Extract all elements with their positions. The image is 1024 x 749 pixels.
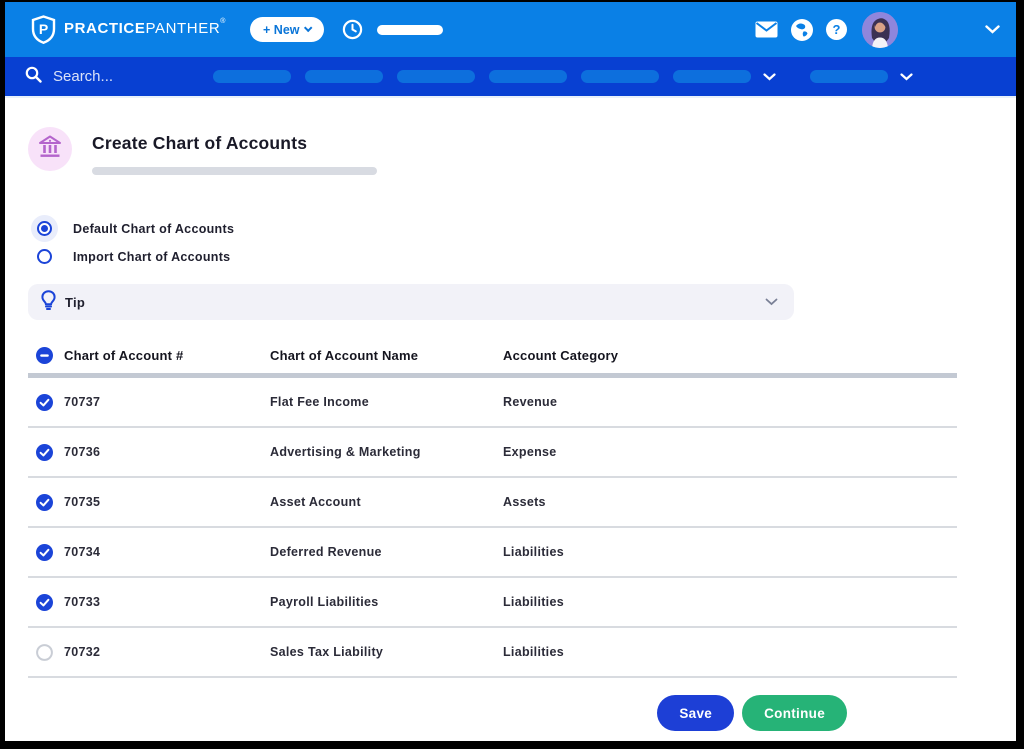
- practicepanther-logo[interactable]: P PRACTICEPANTHER®: [31, 15, 226, 44]
- account-number: 70732: [64, 645, 270, 659]
- new-button[interactable]: + New: [250, 17, 324, 42]
- table-row: 70736 Advertising & Marketing Expense: [28, 428, 957, 478]
- bank-icon-badge: [28, 127, 72, 171]
- nav-bar: [5, 57, 1016, 98]
- search-box[interactable]: [25, 66, 185, 88]
- account-name: Advertising & Marketing: [270, 445, 503, 459]
- nav-menu-items: [213, 57, 913, 96]
- globe-language-icon[interactable]: [791, 19, 813, 41]
- chart-source-options: Default Chart of Accounts Import Chart o…: [28, 221, 957, 264]
- account-category: Liabilities: [503, 645, 957, 659]
- column-header-number[interactable]: Chart of Account #: [64, 348, 270, 363]
- redacted-subtitle-bar: [92, 167, 377, 175]
- radio-icon: [37, 249, 52, 264]
- svg-text:P: P: [39, 21, 48, 37]
- bank-icon: [38, 135, 62, 163]
- page-title: Create Chart of Accounts: [92, 133, 377, 154]
- account-name: Payroll Liabilities: [270, 595, 503, 609]
- row-checkbox[interactable]: [36, 544, 53, 561]
- page-header: Create Chart of Accounts: [28, 127, 957, 175]
- radio-label: Default Chart of Accounts: [73, 222, 234, 236]
- row-checkbox[interactable]: [36, 594, 53, 611]
- account-category: Liabilities: [503, 545, 957, 559]
- svg-text:?: ?: [833, 22, 841, 37]
- table-row: 70734 Deferred Revenue Liabilities: [28, 528, 957, 578]
- continue-button[interactable]: Continue: [742, 695, 847, 731]
- nav-item-placeholder[interactable]: [581, 70, 659, 83]
- account-category: Expense: [503, 445, 957, 459]
- radio-default-chart[interactable]: Default Chart of Accounts: [28, 221, 957, 236]
- app-window: P PRACTICEPANTHER® + New: [5, 2, 1016, 741]
- topbar-right-icons: ?: [755, 12, 1000, 48]
- top-bar: P PRACTICEPANTHER® + New: [5, 2, 1016, 57]
- help-question-icon[interactable]: ?: [826, 19, 847, 40]
- nav-item-placeholder[interactable]: [305, 70, 383, 83]
- main-content: Create Chart of Accounts Default Chart o…: [5, 127, 957, 731]
- table-row: 70737 Flat Fee Income Revenue: [28, 378, 957, 428]
- brand-wordmark: PRACTICEPANTHER®: [64, 20, 226, 37]
- table-row: 70732 Sales Tax Liability Liabilities: [28, 628, 957, 678]
- account-number: 70736: [64, 445, 270, 459]
- row-checkbox[interactable]: [36, 494, 53, 511]
- nav-item-placeholder[interactable]: [810, 70, 888, 83]
- row-checkbox[interactable]: [36, 444, 53, 461]
- account-number: 70737: [64, 395, 270, 409]
- timer-clock-icon[interactable]: [342, 19, 363, 40]
- table-row: 70733 Payroll Liabilities Liabilities: [28, 578, 957, 628]
- radio-label: Import Chart of Accounts: [73, 250, 230, 264]
- chevron-down-icon: [303, 23, 312, 32]
- redacted-topbar-text: [377, 25, 443, 35]
- search-icon: [25, 66, 42, 88]
- tip-label: Tip: [65, 295, 85, 310]
- messages-envelope-icon[interactable]: [755, 21, 778, 38]
- form-actions: Save Continue: [28, 695, 957, 731]
- select-all-checkbox[interactable]: [36, 347, 53, 364]
- column-header-name[interactable]: Chart of Account Name: [270, 348, 503, 363]
- column-header-category[interactable]: Account Category: [503, 348, 957, 363]
- table-row: 70735 Asset Account Assets: [28, 478, 957, 528]
- table-header-row: Chart of Account # Chart of Account Name…: [28, 346, 957, 364]
- account-number: 70733: [64, 595, 270, 609]
- account-number: 70735: [64, 495, 270, 509]
- nav-item-placeholder[interactable]: [673, 70, 751, 83]
- lightbulb-icon: [41, 290, 56, 315]
- account-category: Liabilities: [503, 595, 957, 609]
- radio-icon: [37, 221, 52, 236]
- account-name: Asset Account: [270, 495, 503, 509]
- account-menu-chevron-icon[interactable]: [985, 25, 1000, 34]
- nav-item-placeholder[interactable]: [213, 70, 291, 83]
- tip-accordion[interactable]: Tip: [28, 284, 794, 320]
- nav-dropdown-chevron-icon[interactable]: [900, 73, 913, 81]
- nav-item-placeholder[interactable]: [489, 70, 567, 83]
- row-checkbox[interactable]: [36, 644, 53, 661]
- account-number: 70734: [64, 545, 270, 559]
- account-name: Deferred Revenue: [270, 545, 503, 559]
- search-input[interactable]: [51, 67, 185, 86]
- nav-dropdown-chevron-icon[interactable]: [763, 73, 776, 81]
- radio-import-chart[interactable]: Import Chart of Accounts: [28, 249, 957, 264]
- shield-logo-icon: P: [31, 15, 56, 44]
- save-button[interactable]: Save: [657, 695, 734, 731]
- account-name: Sales Tax Liability: [270, 645, 503, 659]
- account-category: Assets: [503, 495, 957, 509]
- account-name: Flat Fee Income: [270, 395, 503, 409]
- nav-item-placeholder[interactable]: [397, 70, 475, 83]
- tip-expand-chevron-icon[interactable]: [765, 298, 778, 306]
- account-category: Revenue: [503, 395, 957, 409]
- row-checkbox[interactable]: [36, 394, 53, 411]
- user-avatar[interactable]: [862, 12, 898, 48]
